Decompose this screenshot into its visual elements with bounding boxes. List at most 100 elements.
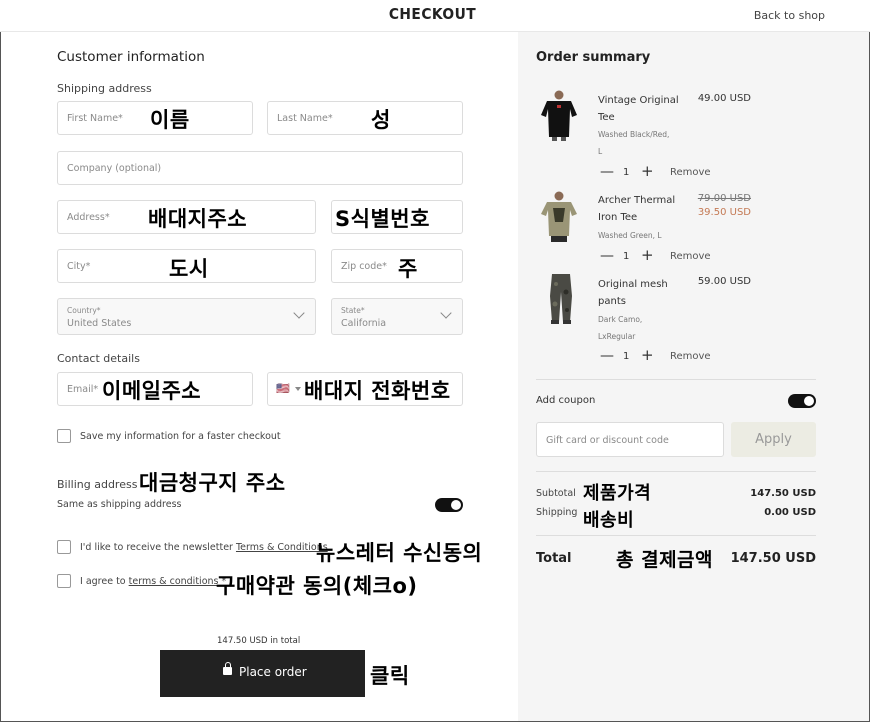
checkout-logo: CHECKOUT: [388, 5, 477, 23]
save-info-label: Save my information for a faster checkou…: [80, 431, 281, 442]
add-coupon-label: Add coupon: [536, 395, 596, 406]
order-summary-title: Order summary: [536, 50, 651, 65]
divider: [536, 535, 816, 536]
minus-icon[interactable]: —: [600, 249, 614, 263]
shipping-label: Shipping: [536, 507, 578, 518]
remove-button[interactable]: Remove: [670, 167, 711, 178]
chevron-down-icon[interactable]: [295, 387, 301, 391]
zip-annotation: 주: [398, 257, 418, 281]
shipping-value: 0.00 USD: [764, 507, 816, 518]
zip-field[interactable]: Zip code*: [331, 249, 463, 283]
item-variant-line: LxRegular: [598, 332, 636, 341]
item-variant-line: Washed Green, L: [598, 231, 662, 240]
us-flag-icon[interactable]: 🇺🇸: [276, 382, 290, 395]
address-line2-annotation: S식별번호: [335, 207, 430, 231]
agree-terms-checkbox[interactable]: [57, 574, 71, 588]
lock-icon: [223, 662, 232, 675]
remove-button[interactable]: Remove: [670, 251, 711, 262]
save-info-checkbox[interactable]: [57, 429, 71, 443]
state-value: California: [341, 318, 387, 329]
city-annotation: 도시: [169, 257, 209, 281]
address-placeholder: Address*: [67, 212, 110, 223]
toggle-knob: [451, 500, 461, 510]
item-variant: Washed Black/Red, L: [598, 126, 669, 160]
item-variant-line: Dark Camo,: [598, 315, 643, 324]
apply-coupon-button[interactable]: Apply: [731, 422, 816, 457]
item-variant-line: Washed Black/Red,: [598, 130, 670, 139]
quantity-value: 1: [623, 251, 630, 262]
item-price: 49.00 USD: [697, 93, 751, 104]
last-name-placeholder: Last Name*: [277, 113, 333, 124]
product-image-archer-tee[interactable]: [538, 190, 580, 242]
company-field[interactable]: Company (optional): [57, 151, 463, 185]
city-placeholder: City*: [67, 261, 91, 272]
item-variant-line: L: [598, 147, 603, 156]
customer-info-title: Customer information: [57, 49, 205, 65]
quantity-value: 1: [623, 167, 630, 178]
country-value: United States: [67, 318, 132, 329]
country-select[interactable]: Country* United States: [57, 298, 316, 335]
plus-icon[interactable]: +: [641, 348, 654, 363]
divider: [536, 379, 816, 380]
item-sale-price: 39.50 USD: [697, 207, 751, 218]
phone-annotation: 배대지 전화번호: [304, 379, 451, 403]
place-order-label: Place order: [239, 665, 307, 679]
item-name: Original mesh pants: [598, 276, 668, 310]
email-annotation: 이메일주소: [102, 379, 202, 403]
newsletter-label: I'd like to receive the newsletter Terms…: [80, 542, 328, 553]
address-annotation: 배대지주소: [148, 207, 248, 231]
contact-details-label: Contact details: [57, 352, 140, 365]
subtotal-annotation: 제품가격: [583, 483, 652, 504]
minus-icon[interactable]: —: [600, 165, 614, 179]
newsletter-terms-link[interactable]: Terms & Conditions: [236, 542, 328, 553]
product-image-mesh-pants[interactable]: [540, 272, 582, 324]
company-placeholder: Company (optional): [67, 163, 162, 174]
country-label: Country*: [67, 306, 101, 315]
back-to-shop-link[interactable]: Back to shop: [754, 9, 825, 22]
top-bar: CHECKOUT Back to shop: [0, 0, 870, 32]
divider: [536, 471, 816, 472]
item-name: Archer Thermal Iron Tee: [598, 192, 675, 226]
item-name-line: pants: [598, 296, 626, 307]
coupon-input[interactable]: Gift card or discount code: [536, 422, 724, 457]
click-annotation: 클릭: [370, 664, 410, 688]
state-label: State*: [341, 306, 365, 315]
first-name-annotation: 이름: [150, 108, 190, 132]
last-name-annotation: 성: [371, 108, 391, 132]
item-variant: Dark Camo, LxRegular: [598, 311, 642, 345]
billing-annotation: 대금청구지 주소: [139, 471, 286, 495]
apply-label: Apply: [755, 432, 792, 447]
agree-terms-link[interactable]: terms & conditions: [129, 576, 219, 587]
last-name-field[interactable]: Last Name*: [267, 101, 463, 135]
plus-icon[interactable]: +: [641, 164, 654, 179]
state-select[interactable]: State* California: [331, 298, 463, 335]
total-label: Total: [536, 551, 572, 566]
remove-button[interactable]: Remove: [670, 351, 711, 362]
same-as-shipping-label: Same as shipping address: [57, 499, 182, 510]
place-order-button[interactable]: Place order: [160, 650, 365, 697]
subtotal-label: Subtotal: [536, 488, 576, 499]
item-name: Vintage Original Tee: [598, 92, 679, 126]
same-as-shipping-toggle[interactable]: [435, 498, 463, 512]
item-name-line: Original mesh: [598, 279, 668, 290]
chevron-down-icon: [440, 307, 452, 319]
item-original-price: 79.00 USD: [697, 193, 751, 204]
item-name-line: Vintage Original: [598, 95, 679, 106]
plus-icon[interactable]: +: [641, 248, 654, 263]
item-variant: Washed Green, L: [598, 227, 662, 244]
chevron-down-icon: [293, 307, 305, 319]
item-name-line: Iron Tee: [598, 212, 638, 223]
add-coupon-toggle[interactable]: [788, 394, 816, 408]
newsletter-annotation: 뉴스레터 수신동의: [316, 541, 483, 565]
billing-address-label: Billing address: [57, 478, 138, 491]
product-image-vintage-tee[interactable]: [538, 89, 580, 141]
order-total-text: 147.50 USD in total: [217, 636, 301, 646]
item-name-line: Tee: [598, 112, 615, 123]
zip-placeholder: Zip code*: [341, 261, 387, 272]
newsletter-checkbox[interactable]: [57, 540, 71, 554]
newsletter-text: I'd like to receive the newsletter: [80, 542, 236, 553]
agree-terms-label: I agree to terms & conditions *: [80, 576, 226, 587]
agree-text: I agree to: [80, 576, 129, 587]
minus-icon[interactable]: —: [600, 349, 614, 363]
shipping-annotation: 배송비: [583, 510, 635, 531]
